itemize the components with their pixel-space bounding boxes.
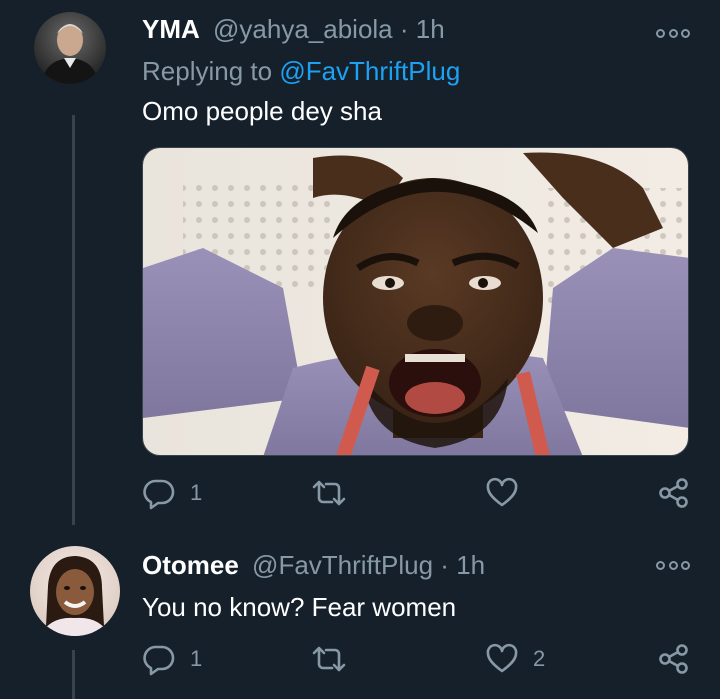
- tweet-text: You no know? Fear women: [142, 592, 457, 622]
- tweet-media-photo[interactable]: [142, 147, 689, 456]
- more-icon[interactable]: [656, 26, 690, 40]
- reply-button[interactable]: 1: [142, 642, 202, 676]
- share-button[interactable]: [657, 642, 691, 676]
- separator-dot: ·: [399, 14, 409, 44]
- thread-line: [72, 650, 75, 699]
- retweet-button[interactable]: [310, 642, 362, 676]
- like-icon: [486, 643, 518, 673]
- retweet-button[interactable]: [310, 476, 362, 510]
- replying-to-label: Replying to: [142, 56, 273, 86]
- separator-dot: ·: [440, 550, 449, 580]
- reply-icon: [143, 645, 175, 676]
- tweet-header: Otomee @FavThriftPlug · 1h: [142, 550, 485, 581]
- like-button[interactable]: 2: [485, 642, 545, 676]
- reply-count: 1: [190, 480, 203, 505]
- share-icon: [659, 644, 688, 674]
- like-icon: [486, 477, 518, 507]
- reply-icon: [143, 479, 175, 510]
- tweet-otomee[interactable]: Otomee @FavThriftPlug · 1h You no know? …: [0, 530, 720, 699]
- reply-count: 1: [190, 646, 203, 671]
- share-icon: [659, 478, 688, 508]
- share-button[interactable]: [657, 476, 691, 510]
- reply-button[interactable]: 1: [142, 476, 202, 510]
- tweet-yma[interactable]: YMA @yahya_abiola · 1h Replying to @FavT…: [0, 0, 720, 530]
- replying-to-handle[interactable]: @FavThriftPlug: [279, 56, 460, 86]
- like-count: 2: [533, 646, 546, 671]
- thread-line: [72, 115, 75, 525]
- like-button[interactable]: [485, 476, 533, 510]
- timestamp[interactable]: 1h: [416, 14, 445, 44]
- tweet-actions: 1 2: [142, 642, 690, 676]
- replying-to: Replying to @FavThriftPlug: [142, 56, 460, 87]
- tweet-actions: 1: [142, 476, 690, 510]
- username[interactable]: @yahya_abiola: [213, 14, 393, 44]
- tweet-text: Omo people dey sha: [142, 96, 382, 126]
- display-name[interactable]: YMA: [142, 14, 200, 44]
- more-icon[interactable]: [656, 558, 690, 572]
- retweet-icon: [312, 646, 346, 672]
- retweet-icon: [312, 480, 346, 506]
- display-name[interactable]: Otomee: [142, 550, 239, 580]
- timestamp[interactable]: 1h: [456, 550, 485, 580]
- avatar[interactable]: [34, 12, 106, 84]
- tweet-header: YMA @yahya_abiola · 1h: [142, 14, 445, 45]
- username[interactable]: @FavThriftPlug: [252, 550, 433, 580]
- avatar[interactable]: [30, 546, 120, 636]
